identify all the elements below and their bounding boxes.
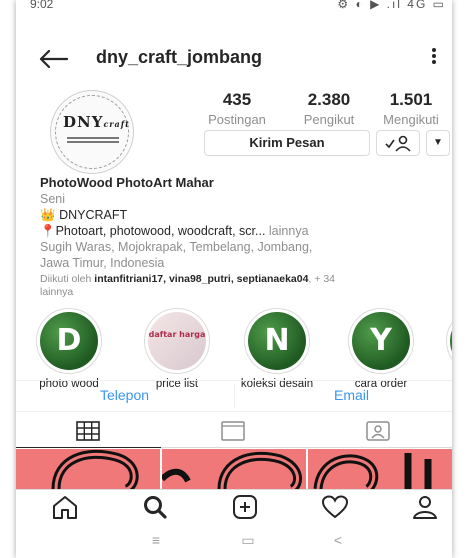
bio-line-2-text: Photoart, photowood, woodcraft, scr... <box>55 224 266 238</box>
status-time: 9:02 <box>30 0 54 11</box>
post-image <box>162 451 303 489</box>
followed-by-suffix: + 34 <box>314 273 336 285</box>
stat-following-value: 1.501 <box>389 90 433 109</box>
bio-line-2: 📍Photoart, photowood, woodcraft, scr... … <box>40 223 445 239</box>
followed-by-suffix-2: lainnya <box>40 286 74 298</box>
avatar-logo-suffix: craft <box>103 119 130 129</box>
avatar-logo: DNYcraft <box>63 113 129 131</box>
bio-line-4: Jawa Timur, Indonesia <box>40 256 165 270</box>
nav-activity[interactable] <box>320 494 350 520</box>
highlight-circle: N <box>244 308 310 374</box>
nav-search[interactable] <box>140 494 170 520</box>
vertical-dots-icon[interactable] <box>426 46 442 70</box>
status-bar: 9:02 ⚙ ◐ ▶ .ıl 4G ▭ <box>16 0 452 30</box>
bottom-navigation <box>16 489 452 523</box>
top-bar: dny_craft_jombang <box>16 38 452 78</box>
suggested-dropdown-button[interactable]: ▼ <box>426 130 450 156</box>
bio-line-1: 👑 DNYCRAFT <box>40 207 445 223</box>
highlight-partial[interactable] <box>440 308 452 374</box>
following-check-icon <box>385 135 411 152</box>
avatar-logo-text: DNY <box>63 113 104 131</box>
stat-followers[interactable]: 2.380 Pengikut <box>284 90 374 127</box>
heart-icon <box>321 495 349 519</box>
grid-icon <box>76 421 100 441</box>
bio-name: PhotoWood PhotoArt Mahar <box>40 175 214 190</box>
post-thumbnail[interactable] <box>16 449 160 489</box>
email-button[interactable]: Email <box>334 387 369 403</box>
chevron-down-icon: ▼ <box>433 137 443 148</box>
profile-username: dny_craft_jombang <box>96 47 263 67</box>
crown-icon: 👑 <box>40 208 56 222</box>
stat-posts[interactable]: 435 Postingan <box>192 90 282 127</box>
phone-screen: 9:02 ⚙ ◐ ▶ .ıl 4G ▭ dny_craft_jombang DN… <box>16 0 452 558</box>
highlight-price-list[interactable]: daftar harga price list <box>138 308 216 390</box>
highlight-photo-wood[interactable]: D photo wood <box>30 308 108 390</box>
tagged-icon <box>366 421 390 441</box>
contact-divider <box>234 385 235 407</box>
highlight-cara-order[interactable]: Y cara order <box>342 308 420 390</box>
tab-grid[interactable] <box>16 414 161 448</box>
contact-bar: Telepon Email <box>16 380 452 412</box>
highlight-letter: Y <box>352 312 410 370</box>
avatar-fine-print <box>63 135 123 145</box>
highlight-letter: D <box>40 312 98 370</box>
stat-followers-label: Pengikut <box>303 112 355 127</box>
highlight-letter: N <box>248 312 306 370</box>
highlight-circle: D <box>36 308 102 374</box>
post-image <box>51 449 139 489</box>
highlight-letter <box>450 312 452 370</box>
post-thumbnail[interactable] <box>308 449 452 489</box>
post-grid <box>16 449 452 489</box>
nav-add[interactable] <box>230 494 260 520</box>
stat-following[interactable]: 1.501 Mengikuti <box>366 90 452 127</box>
highlight-koleksi-desain[interactable]: N koleksi desain <box>238 308 316 390</box>
post-image <box>313 453 432 489</box>
profile-icon <box>413 496 437 519</box>
bio-category: Seni <box>40 192 66 206</box>
search-icon <box>144 496 167 519</box>
android-home-icon[interactable]: ▭ <box>238 532 258 550</box>
stat-followers-value: 2.380 <box>307 90 351 109</box>
tab-tagged[interactable] <box>306 414 451 448</box>
phone-button[interactable]: Telepon <box>100 387 149 403</box>
stat-posts-value: 435 <box>222 90 252 109</box>
profile-tabs <box>16 414 452 448</box>
following-button[interactable] <box>376 130 420 156</box>
tab-feed[interactable] <box>161 414 306 448</box>
avatar-ring <box>55 95 129 169</box>
highlight-circle <box>446 308 452 374</box>
stat-following-label: Mengikuti <box>383 112 439 127</box>
android-menu-icon[interactable]: ≡ <box>146 532 166 550</box>
post-thumbnail[interactable] <box>162 449 306 489</box>
nav-profile[interactable] <box>410 494 440 520</box>
bio-more-link[interactable]: lainnya <box>269 224 309 238</box>
add-icon <box>233 495 257 519</box>
followed-by[interactable]: Diikuti oleh intanfitriani17, vina98_put… <box>40 273 445 299</box>
pin-icon: 📍 <box>40 224 56 238</box>
stat-posts-label: Postingan <box>208 112 266 127</box>
bio-line-1-text: DNYCRAFT <box>59 208 128 222</box>
android-navigation: ≡ ▭ < <box>16 524 452 558</box>
status-icons: ⚙ ◐ ▶ .ıl 4G ▭ <box>337 0 446 11</box>
feed-icon <box>221 421 245 441</box>
followed-by-prefix: Diikuti oleh <box>40 273 92 285</box>
highlight-image: daftar harga <box>148 312 206 370</box>
profile-avatar[interactable]: DNYcraft <box>50 90 134 174</box>
home-icon <box>53 496 77 519</box>
android-back-icon[interactable]: < <box>328 532 348 550</box>
send-message-button[interactable]: Kirim Pesan <box>204 130 370 156</box>
highlight-circle: Y <box>348 308 414 374</box>
highlight-circle: daftar harga <box>144 308 210 374</box>
nav-home[interactable] <box>50 494 80 520</box>
profile-bio: PhotoWood PhotoArt Mahar Seni 👑 DNYCRAFT… <box>40 175 445 299</box>
bio-line-3: Sugih Waras, Mojokrapak, Tembelang, Jomb… <box>40 240 313 254</box>
followed-by-users: intanfitriani17, vina98_putri, septianae… <box>94 273 309 285</box>
back-arrow-icon[interactable] <box>38 48 68 70</box>
